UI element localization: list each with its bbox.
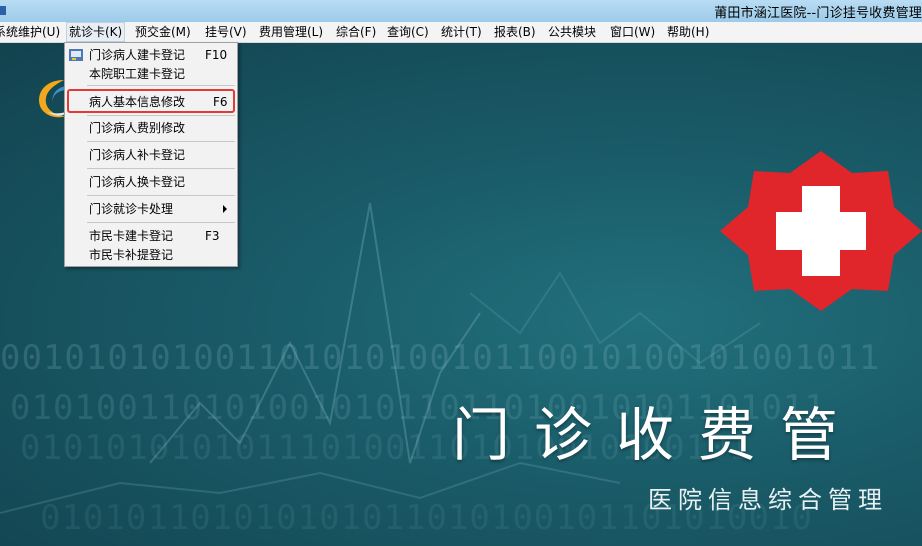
menu-item-citizen-card-create[interactable]: 市民卡建卡登记 F3	[65, 227, 237, 245]
menu-item-shortcut: F10	[205, 48, 228, 62]
menu-register[interactable]: 挂号(V)	[203, 22, 249, 42]
menu-separator	[87, 141, 235, 142]
menu-report[interactable]: 报表(B)	[492, 22, 538, 42]
menu-item-label: 本院职工建卡登记	[89, 67, 186, 81]
menu-item-edit-patient-info[interactable]: 病人基本信息修改 F6	[67, 89, 235, 113]
menu-system[interactable]: 系统维护(U)	[0, 22, 62, 42]
menu-item-outpatient-create-card[interactable]: 门诊病人建卡登记 F10	[65, 46, 237, 64]
menu-item-label: 门诊就诊卡处理	[89, 202, 174, 216]
menu-item-shortcut: F3	[205, 229, 220, 243]
menu-separator	[87, 195, 235, 196]
menu-item-label: 病人基本信息修改	[89, 95, 186, 109]
menu-item-label: 市民卡建卡登记	[89, 229, 174, 243]
menu-item-edit-fee-category[interactable]: 门诊病人费别修改	[65, 119, 237, 137]
menu-bar: 系统维护(U) 就诊卡(K) 预交金(M) 挂号(V) 费用管理(L) 综合(F…	[0, 22, 922, 43]
menu-item-card-processing[interactable]: 门诊就诊卡处理	[65, 200, 237, 218]
menu-fee[interactable]: 费用管理(L)	[257, 22, 325, 42]
menu-item-label: 门诊病人补卡登记	[89, 148, 186, 162]
app-window: 莆田市涵江医院--门诊挂号收费管理 系统维护(U) 就诊卡(K) 预交金(M) …	[0, 0, 922, 546]
menu-item-label: 门诊病人建卡登记	[89, 48, 186, 62]
menu-window[interactable]: 窗口(W)	[608, 22, 657, 42]
submenu-arrow-icon	[223, 205, 227, 213]
menu-item-shortcut: F6	[213, 95, 228, 109]
binary-decor-row: 0010101010011010101001011001010010100101…	[0, 338, 881, 378]
card-register-icon	[69, 49, 83, 61]
menu-item-citizen-card-reissue[interactable]: 市民卡补提登记	[65, 246, 237, 264]
menu-separator	[87, 222, 235, 223]
menu-help[interactable]: 帮助(H)	[665, 22, 711, 42]
menu-separator	[87, 85, 235, 86]
system-subtitle: 医院信息综合管理	[648, 486, 888, 514]
menu-public[interactable]: 公共模块	[546, 22, 598, 42]
menu-separator	[87, 115, 235, 116]
red-cross-emblem-icon	[720, 151, 922, 311]
menu-card[interactable]: 就诊卡(K)	[66, 22, 126, 42]
menu-item-label: 门诊病人换卡登记	[89, 175, 186, 189]
menu-stats[interactable]: 统计(T)	[439, 22, 484, 42]
menu-item-staff-create-card[interactable]: 本院职工建卡登记	[65, 65, 237, 83]
app-icon	[0, 6, 6, 15]
menu-query[interactable]: 查询(C)	[385, 22, 431, 42]
menu-item-replace-card[interactable]: 门诊病人换卡登记	[65, 173, 237, 191]
menu-item-label: 市民卡补提登记	[89, 248, 174, 262]
system-title: 门诊收费管	[452, 401, 863, 469]
menu-item-reissue-card[interactable]: 门诊病人补卡登记	[65, 146, 237, 164]
menu-general[interactable]: 综合(F)	[334, 22, 378, 42]
menu-separator	[87, 168, 235, 169]
title-bar: 莆田市涵江医院--门诊挂号收费管理	[0, 0, 922, 22]
menu-prepay[interactable]: 预交金(M)	[133, 22, 193, 42]
card-dropdown-menu: 门诊病人建卡登记 F10 本院职工建卡登记 病人基本信息修改 F6 门诊病人费别…	[64, 42, 238, 267]
window-title: 莆田市涵江医院--门诊挂号收费管理	[714, 6, 922, 21]
menu-item-label: 门诊病人费别修改	[89, 121, 186, 135]
